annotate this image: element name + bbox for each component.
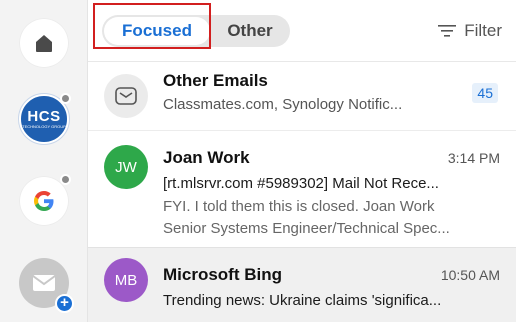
filter-button[interactable]: Filter <box>438 18 502 44</box>
avatar: JW <box>104 145 148 189</box>
message-time: 3:14 PM <box>447 150 500 166</box>
filter-icon <box>438 25 457 37</box>
sender-name: Microsoft Bing <box>163 265 282 284</box>
hcs-logo: HCS TECHNOLOGY GROUP <box>22 108 66 129</box>
filter-label: Filter <box>464 21 502 40</box>
highlight-box <box>93 3 211 49</box>
message-time: 10:50 AM <box>440 267 500 283</box>
account-status-dot <box>60 174 71 185</box>
grouped-mail-avatar <box>104 74 148 118</box>
message-preview: Classmates.com, Synology Notific... <box>163 96 403 113</box>
google-icon <box>34 191 54 211</box>
unread-count-badge: 45 <box>472 83 498 103</box>
account-rail: HCS TECHNOLOGY GROUP + <box>0 0 88 322</box>
sender-name: Joan Work <box>163 148 250 167</box>
message-preview-line2: Senior Systems Engineer/Technical Spec..… <box>163 220 450 237</box>
list-item-joan-work[interactable]: JW Joan Work 3:14 PM [rt.mlsrvr.com #598… <box>88 130 516 247</box>
avatar: MB <box>104 258 148 302</box>
envelope-icon <box>32 275 56 291</box>
sender-name: Other Emails <box>163 71 268 90</box>
inbox-header: Focused Other Filter <box>88 0 516 62</box>
home-icon <box>36 35 52 52</box>
tab-other[interactable]: Other <box>220 17 280 45</box>
home-button[interactable] <box>19 18 69 68</box>
account-google-button[interactable] <box>19 174 71 226</box>
plus-icon: + <box>55 294 74 313</box>
message-subject: [rt.mlsrvr.com #5989302] Mail Not Rece..… <box>163 175 439 192</box>
inbox-tray-icon <box>115 87 137 105</box>
add-account-button[interactable]: + <box>19 258 74 313</box>
list-item-other-emails[interactable]: Other Emails Classmates.com, Synology No… <box>88 62 516 130</box>
account-status-dot <box>60 93 71 104</box>
account-hcs-button[interactable]: HCS TECHNOLOGY GROUP <box>18 93 71 145</box>
message-preview: FYI. I told them this is closed. Joan Wo… <box>163 198 435 215</box>
list-item-microsoft-bing[interactable]: MB Microsoft Bing 10:50 AM Trending news… <box>88 247 516 322</box>
message-subject: Trending news: Ukraine claims 'significa… <box>163 292 442 309</box>
